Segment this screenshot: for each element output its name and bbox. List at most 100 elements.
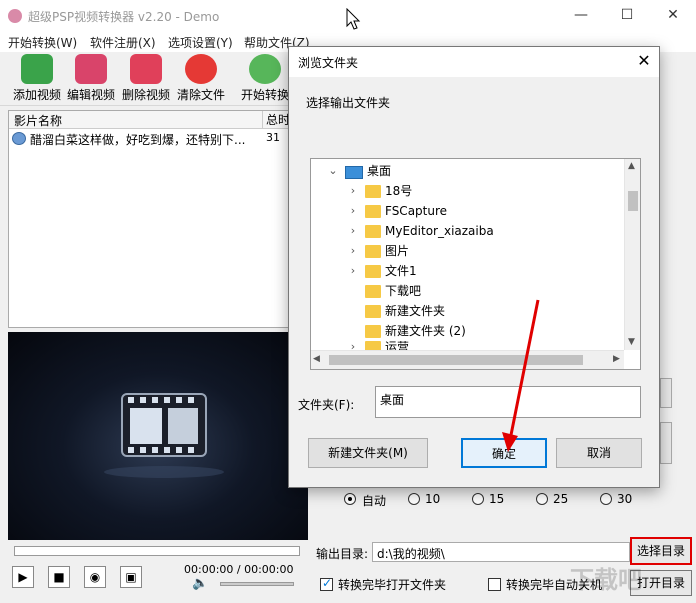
folder-label: 文件夹(F): bbox=[298, 398, 355, 412]
framerate-25-radio[interactable] bbox=[536, 493, 548, 505]
column-duration[interactable]: 总时 bbox=[262, 111, 290, 129]
desktop-icon bbox=[345, 166, 363, 179]
framerate-15-radio[interactable] bbox=[472, 493, 484, 505]
scroll-left-icon[interactable]: ◀ bbox=[313, 354, 320, 364]
play-time: 00:00:00 / 00:00:00 bbox=[184, 563, 294, 576]
delete-video-icon bbox=[130, 54, 162, 84]
clear-files-icon bbox=[185, 54, 217, 84]
framerate-auto-radio[interactable] bbox=[344, 493, 356, 505]
tree-vertical-scrollbar[interactable]: ▲ ▼ bbox=[624, 159, 640, 350]
chevron-right-icon[interactable]: › bbox=[347, 201, 359, 221]
cancel-button[interactable]: 取消 bbox=[556, 438, 642, 468]
start-convert-label: 开始转换 bbox=[240, 88, 289, 102]
seek-bar[interactable] bbox=[14, 546, 300, 556]
clear-files-button[interactable]: 清除文件 bbox=[172, 54, 230, 104]
tree-node[interactable]: 新建文件夹 (2) bbox=[311, 321, 640, 341]
menu-register[interactable]: 软件注册(X) bbox=[90, 34, 156, 51]
video-file-icon bbox=[12, 132, 26, 145]
app-icon bbox=[8, 9, 22, 23]
menu-options[interactable]: 选项设置(Y) bbox=[168, 34, 233, 51]
dialog-description: 选择输出文件夹 bbox=[306, 96, 391, 110]
dialog-close-icon[interactable]: ✕ bbox=[630, 50, 658, 74]
tree-node-label: 桌面 bbox=[367, 164, 392, 178]
tree-node[interactable]: 新建文件夹 bbox=[311, 301, 640, 321]
tree-node[interactable]: › 18号 bbox=[311, 181, 640, 201]
tree-node-label: 18号 bbox=[385, 184, 413, 198]
refresh-icon bbox=[249, 54, 281, 84]
add-video-icon bbox=[21, 54, 53, 84]
edit-video-button[interactable]: 编辑视频 bbox=[62, 54, 120, 104]
tree-horizontal-scrollbar[interactable]: ◀ ▶ bbox=[311, 350, 624, 369]
side-button[interactable] bbox=[660, 378, 672, 408]
framerate-25-label: 25 bbox=[553, 492, 569, 506]
film-icon bbox=[104, 393, 224, 478]
tree-node-label: MyEditor_xiazaiba bbox=[385, 224, 494, 238]
dialog-title: 浏览文件夹 bbox=[298, 56, 359, 70]
delete-video-label: 删除视频 bbox=[121, 88, 170, 102]
tree-node-label: 下载吧 bbox=[385, 284, 422, 298]
clear-files-label: 清除文件 bbox=[176, 88, 225, 102]
folder-icon bbox=[365, 265, 381, 278]
list-item-duration: 31 bbox=[266, 131, 280, 144]
folder-icon bbox=[365, 225, 381, 238]
video-preview bbox=[8, 332, 308, 540]
side-button[interactable] bbox=[660, 422, 672, 464]
tree-node-label: 文件1 bbox=[385, 264, 417, 278]
menu-start-convert[interactable]: 开始转换(W) bbox=[8, 34, 77, 51]
folder-icon bbox=[365, 325, 381, 338]
folder-tree[interactable]: ⌄ 桌面 › 18号 › FSCapture › MyEditor_xiazai… bbox=[310, 158, 641, 370]
shutdown-checkbox[interactable] bbox=[488, 578, 501, 591]
new-folder-button[interactable]: 新建文件夹(M) bbox=[308, 438, 428, 468]
stop-icon[interactable]: ■ bbox=[48, 566, 70, 588]
scroll-thumb[interactable] bbox=[628, 191, 638, 211]
list-item-name[interactable]: 醋溜白菜这样做，好吃到爆，还特别下... bbox=[30, 131, 245, 148]
tree-node[interactable]: › 图片 bbox=[311, 241, 640, 261]
chevron-right-icon[interactable]: › bbox=[347, 181, 359, 201]
edit-video-label: 编辑视频 bbox=[66, 88, 115, 102]
tree-node[interactable]: › MyEditor_xiazaiba bbox=[311, 221, 640, 241]
mouse-cursor-icon bbox=[346, 8, 361, 30]
maximize-icon[interactable]: ☐ bbox=[604, 0, 650, 32]
output-dir-input[interactable]: d:\我的视频\ bbox=[372, 542, 630, 562]
tree-node-desktop[interactable]: ⌄ 桌面 bbox=[311, 161, 640, 181]
tree-node-label: FSCapture bbox=[385, 204, 448, 218]
tree-node[interactable]: › 文件1 bbox=[311, 261, 640, 281]
scroll-up-icon[interactable]: ▲ bbox=[628, 161, 635, 171]
folder-icon bbox=[365, 205, 381, 218]
folder-icon bbox=[365, 185, 381, 198]
framerate-10-label: 10 bbox=[425, 492, 441, 506]
folder-icon bbox=[365, 285, 381, 298]
camera-icon[interactable]: ◉ bbox=[84, 566, 106, 588]
output-dir-label: 输出目录: bbox=[316, 547, 369, 561]
start-convert-button[interactable]: 开始转换 bbox=[236, 54, 294, 104]
delete-video-button[interactable]: 删除视频 bbox=[117, 54, 175, 104]
tree-node[interactable]: › FSCapture bbox=[311, 201, 640, 221]
framerate-30-radio[interactable] bbox=[600, 493, 612, 505]
column-name[interactable]: 影片名称 bbox=[14, 112, 62, 129]
volume-icon[interactable]: 🔈 bbox=[192, 576, 208, 591]
tree-node[interactable]: 下载吧 bbox=[311, 281, 640, 301]
window-title: 超级PSP视频转换器 v2.20 - Demo bbox=[28, 10, 220, 24]
play-icon[interactable]: ▶ bbox=[12, 566, 34, 588]
chevron-right-icon[interactable]: › bbox=[347, 261, 359, 281]
tree-node-label: 新建文件夹 bbox=[385, 304, 446, 318]
fullscreen-icon[interactable]: ▣ bbox=[120, 566, 142, 588]
framerate-30-label: 30 bbox=[617, 492, 633, 506]
chevron-right-icon[interactable]: › bbox=[347, 221, 359, 241]
volume-slider[interactable] bbox=[220, 582, 294, 586]
add-video-button[interactable]: 添加视频 bbox=[8, 54, 66, 104]
minimize-icon[interactable]: — bbox=[558, 0, 604, 32]
open-folder-label: 转换完毕打开文件夹 bbox=[338, 578, 447, 592]
framerate-10-radio[interactable] bbox=[408, 493, 420, 505]
folder-icon bbox=[365, 305, 381, 318]
open-folder-checkbox[interactable]: ✓ bbox=[320, 576, 333, 591]
framerate-auto-label: 自动 bbox=[362, 494, 387, 508]
chevron-right-icon[interactable]: › bbox=[347, 241, 359, 261]
watermark: 下载吧 bbox=[570, 566, 642, 594]
close-icon[interactable]: ✕ bbox=[650, 0, 696, 32]
chevron-down-icon[interactable]: ⌄ bbox=[327, 161, 339, 181]
framerate-15-label: 15 bbox=[489, 492, 505, 506]
scroll-down-icon[interactable]: ▼ bbox=[628, 337, 635, 347]
folder-icon bbox=[365, 245, 381, 258]
scroll-right-icon[interactable]: ▶ bbox=[613, 354, 620, 364]
